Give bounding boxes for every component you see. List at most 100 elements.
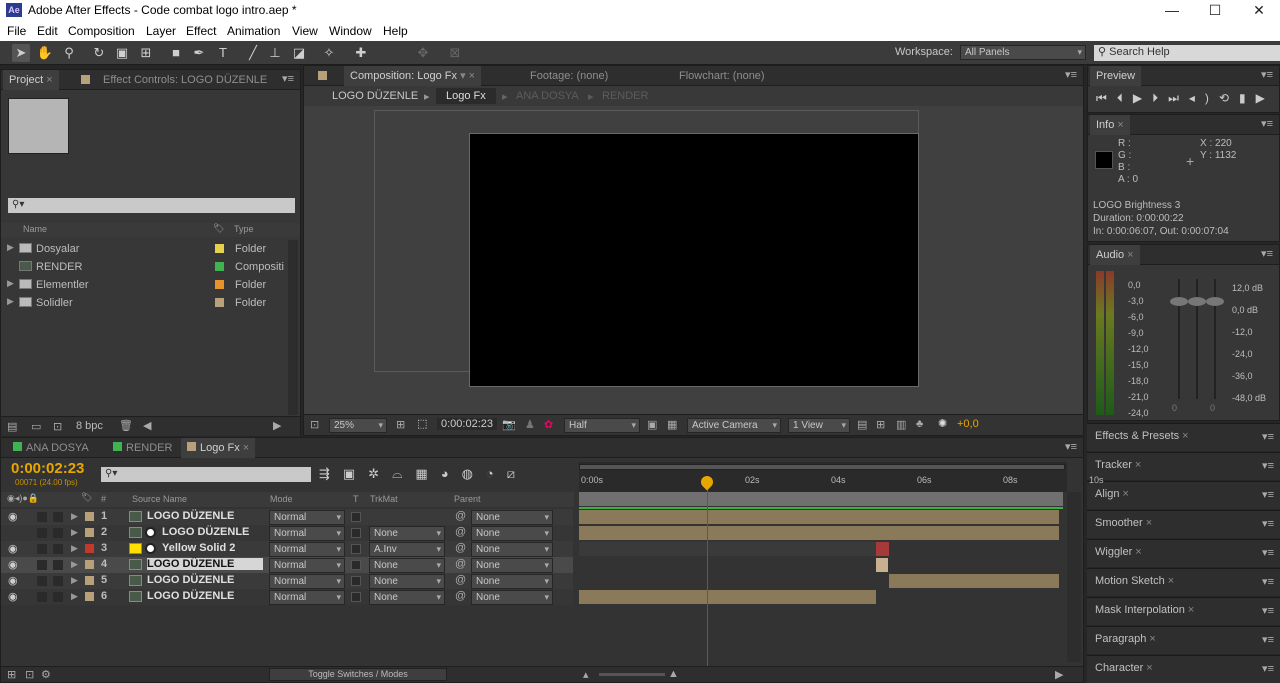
tab-effect-controls[interactable]: Effect Controls: LOGO DÜZENLE (97, 70, 273, 90)
camera-dropdown[interactable]: Active Camera (687, 418, 781, 433)
solo-toggle[interactable] (37, 592, 47, 602)
zoom-tool-icon[interactable]: ⚲ (60, 44, 78, 62)
roto-brush-tool-icon[interactable]: ✧ (320, 44, 338, 62)
side-panel[interactable]: Align × ▾≡ (1087, 481, 1280, 509)
time-ruler[interactable]: 0:00s 02s 04s 06s 08s 10s (579, 462, 1104, 492)
menu-help[interactable]: Help (383, 24, 408, 38)
audio-slider-both[interactable] (1188, 297, 1206, 306)
solo-toggle[interactable] (37, 560, 47, 570)
expand-layer-icon[interactable]: ▶ (71, 575, 78, 586)
side-panel[interactable]: Character × ▾≡ (1087, 655, 1280, 683)
tab-composition[interactable]: Composition: Logo Fx ▾ × (344, 66, 482, 86)
auto-keyframe-icon[interactable]: ◔ (486, 466, 507, 481)
side-panel-menu-icon[interactable]: ▾≡ (1262, 517, 1274, 530)
scroll-right-icon[interactable]: ▶ (273, 419, 281, 432)
transparency-grid-icon[interactable]: ▦ (667, 418, 677, 431)
side-panel-menu-icon[interactable]: ▾≡ (1262, 488, 1274, 501)
flowchart-icon[interactable]: ♣ (916, 418, 923, 430)
layer-source-name[interactable]: LOGO DÜZENLE (147, 558, 263, 570)
side-panel[interactable]: Motion Sketch × ▾≡ (1087, 568, 1280, 596)
audio-slider-left[interactable] (1170, 297, 1188, 306)
graph-editor-icon[interactable]: ⧄ (507, 466, 528, 481)
lock-toggle[interactable] (53, 528, 63, 538)
preserve-transparency-toggle[interactable] (351, 592, 361, 602)
loop-icon[interactable]: ⟲ (1219, 91, 1239, 105)
crumb-logo-fx[interactable]: Logo Fx (436, 88, 496, 104)
menu-window[interactable]: Window (329, 24, 372, 38)
preserve-transparency-toggle[interactable] (351, 544, 361, 554)
layer-duration-bar[interactable] (876, 542, 889, 556)
expand-modes-icon[interactable]: ⊡ (25, 668, 34, 681)
project-scrollbar[interactable] (288, 240, 298, 415)
scroll-left-icon[interactable]: ◀ (143, 419, 151, 432)
zoom-out-icon[interactable]: ▴ (583, 668, 589, 681)
workspace-dropdown[interactable]: All Panels (960, 45, 1086, 60)
video-eye-icon[interactable]: ◉ (8, 510, 18, 523)
crumb-logo-duzenle[interactable]: LOGO DÜZENLE (332, 90, 418, 102)
timeline-menu-icon[interactable]: ▾≡ (1065, 440, 1077, 453)
layer-duration-bar[interactable] (889, 574, 1059, 588)
side-panel[interactable]: Wiggler × ▾≡ (1087, 539, 1280, 567)
expand-layer-icon[interactable]: ▶ (71, 511, 78, 522)
side-panel-title[interactable]: Tracker × (1095, 459, 1141, 471)
preserve-transparency-toggle[interactable] (351, 560, 361, 570)
menu-layer[interactable]: Layer (146, 24, 176, 38)
timeline-tab[interactable]: ANA DOSYA (7, 438, 95, 458)
menu-edit[interactable]: Edit (37, 24, 58, 38)
close-button[interactable]: ✕ (1237, 0, 1280, 21)
camera-tool-icon[interactable]: ▣ (113, 44, 131, 62)
layer-mode-dropdown[interactable]: Normal (269, 526, 345, 541)
search-help-input[interactable]: ⚲ Search Help (1094, 45, 1280, 61)
side-panel-title[interactable]: Motion Sketch × (1095, 575, 1174, 587)
comp-panel-menu-icon[interactable]: ▾≡ (1065, 68, 1077, 81)
always-preview-icon[interactable]: ⊡ (310, 418, 319, 431)
layer-label-color[interactable] (85, 512, 94, 521)
tab-audio[interactable]: Audio × (1090, 245, 1140, 265)
text-tool-icon[interactable]: T (214, 44, 232, 62)
col-name[interactable]: Name (23, 224, 47, 234)
layer-parent-dropdown[interactable]: None (471, 590, 553, 605)
expand-layer-icon[interactable]: ▶ (71, 543, 78, 554)
preserve-transparency-toggle[interactable] (351, 512, 361, 522)
video-eye-icon[interactable]: ◉ (8, 574, 18, 587)
mask-visibility-icon[interactable]: ⬚ (417, 417, 427, 430)
side-panel-title[interactable]: Effects & Presets × (1095, 430, 1189, 442)
frame-blending-icon[interactable]: ▦ (415, 466, 440, 481)
layer-row[interactable]: ◉ ▶ 4 LOGO DÜZENLE Normal None @ None (1, 557, 573, 573)
prev-frame-icon[interactable]: ⏴ (1117, 91, 1133, 105)
pan-behind-tool-icon[interactable]: ⊞ (137, 44, 155, 62)
layer-duration-bar[interactable] (579, 510, 1059, 524)
timeline-vscroll[interactable] (1067, 492, 1081, 662)
layer-row[interactable]: ◉ ▶ 6 LOGO DÜZENLE Normal None @ None (1, 589, 573, 605)
zoom-slider-track[interactable] (599, 673, 665, 676)
layer-trkmat-dropdown[interactable]: None (369, 558, 445, 573)
label-color-swatch[interactable] (215, 262, 224, 271)
safe-zones-icon[interactable]: ⊞ (396, 418, 405, 431)
layer-source-name[interactable]: Yellow Solid 2 (162, 542, 235, 554)
expand-layer-icon[interactable]: ▶ (71, 527, 78, 538)
side-panel[interactable]: Smoother × ▾≡ (1087, 510, 1280, 538)
crumb-render[interactable]: RENDER (602, 90, 648, 102)
eraser-tool-icon[interactable]: ◪ (290, 44, 308, 62)
side-panel-menu-icon[interactable]: ▾≡ (1262, 459, 1274, 472)
scroll-right-icon[interactable]: ▶ (1055, 668, 1063, 681)
side-panel-menu-icon[interactable]: ▾≡ (1262, 662, 1274, 675)
fast-previews-icon[interactable]: ⊞ (876, 418, 885, 431)
side-panel[interactable]: Effects & Presets × ▾≡ (1087, 423, 1280, 451)
pick-whip-icon[interactable]: @ (455, 510, 466, 522)
expand-arrow-icon[interactable]: ▶ (7, 296, 14, 307)
minimize-button[interactable]: — (1150, 0, 1194, 21)
resolution-dropdown[interactable]: Half (564, 418, 640, 433)
project-item[interactable]: ▶ Elementler Folder (1, 276, 287, 294)
layer-parent-dropdown[interactable]: None (471, 574, 553, 589)
crumb-ana-dosya[interactable]: ANA DOSYA (516, 90, 579, 102)
tab-project[interactable]: Project × (3, 70, 59, 90)
views-dropdown[interactable]: 1 View (788, 418, 850, 433)
side-panel-title[interactable]: Align × (1095, 488, 1129, 500)
layer-duration-bar[interactable] (579, 526, 1059, 540)
timeline-icon[interactable]: ▥ (896, 418, 906, 431)
brainstorm-icon[interactable]: ◍ (462, 466, 486, 481)
audio-slider-right[interactable] (1206, 297, 1224, 306)
solo-toggle[interactable] (37, 512, 47, 522)
layer-label-color[interactable] (85, 592, 94, 601)
